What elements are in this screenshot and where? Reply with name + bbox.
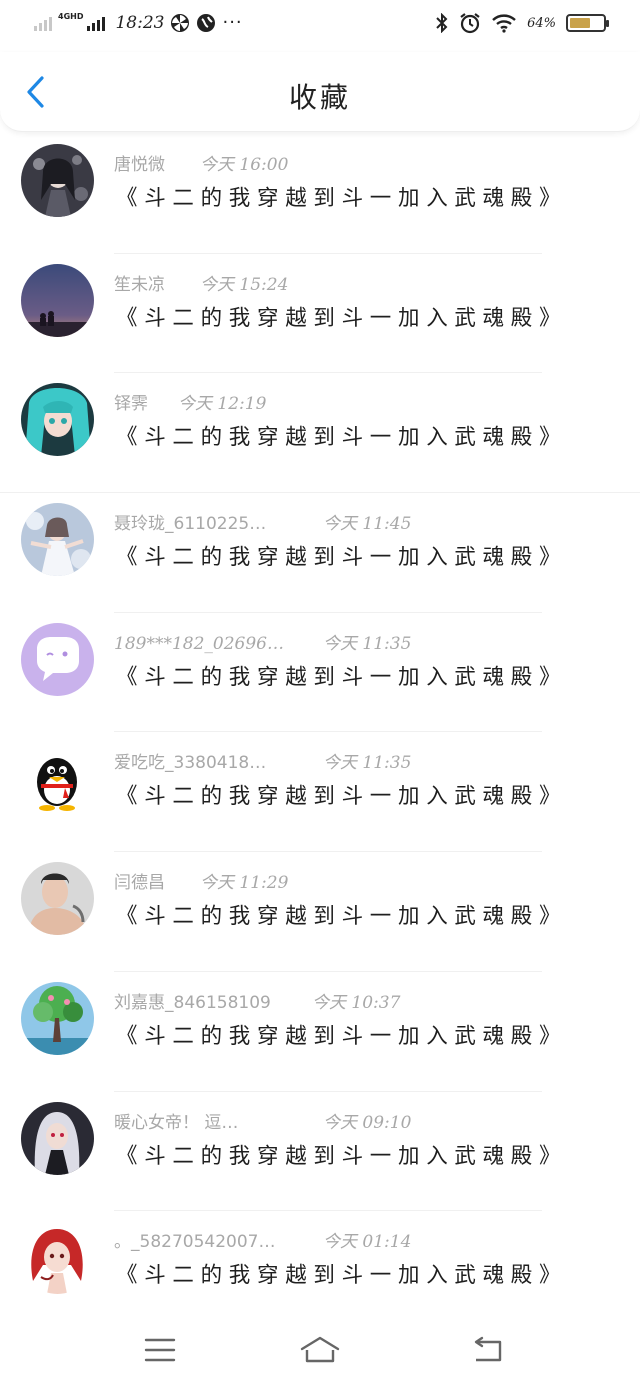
- story-title: 《斗二的我穿越到斗一加入武魂殿》: [116, 1023, 568, 1049]
- avatar: [21, 1101, 94, 1175]
- author-name: 笙未凉: [114, 274, 165, 295]
- author-name: 刘嘉惠_846158109: [114, 992, 271, 1013]
- pinwheel-icon: [170, 13, 190, 33]
- list-item[interactable]: 189***182_02696… 今天 11:35 《斗二的我穿越到斗一加入武魂…: [0, 613, 640, 733]
- more-dots: ···: [222, 12, 243, 33]
- home-button[interactable]: [296, 1330, 344, 1370]
- header: 收藏: [0, 52, 640, 132]
- author-name: 暖心女帝！ 逗…: [114, 1112, 239, 1133]
- list-item[interactable]: 笙未凉 今天 15:24 《斗二的我穿越到斗一加入武魂殿》: [0, 254, 640, 374]
- signal-strong-icon: [87, 15, 106, 31]
- item-meta: 笙未凉 今天 15:24: [114, 270, 288, 295]
- avatar: [21, 742, 94, 816]
- item-meta: 刘嘉惠_846158109 今天 10:37: [114, 988, 400, 1013]
- timestamp: 今天 12:19: [178, 394, 267, 415]
- timestamp: 今天 11:35: [323, 753, 412, 774]
- back-icon: [474, 1336, 502, 1362]
- author-name: 189***182_02696…: [114, 633, 284, 654]
- avatar: [21, 263, 94, 337]
- item-meta: 聂玲珑_6110225… 今天 11:45: [114, 509, 411, 534]
- story-title: 《斗二的我穿越到斗一加入武魂殿》: [116, 1263, 568, 1289]
- author-name: 爱吃吃_3380418…: [114, 753, 267, 774]
- bottom-nav: [0, 1310, 640, 1387]
- list-item[interactable]: 铎霁 今天 12:19 《斗二的我穿越到斗一加入武魂殿》: [0, 373, 640, 494]
- item-meta: 闫德昌 今天 11:29: [114, 868, 288, 893]
- author-name: 闫德昌: [114, 873, 165, 894]
- story-title: 《斗二的我穿越到斗一加入武魂殿》: [116, 305, 568, 331]
- timestamp: 今天 10:37: [312, 992, 401, 1013]
- home-icon: [300, 1336, 340, 1363]
- author-name: 聂玲珑_6110225…: [114, 514, 267, 535]
- avatar: [21, 622, 94, 696]
- battery-fill: [570, 18, 590, 28]
- globe-icon: [196, 13, 216, 33]
- status-right: 64%: [435, 12, 609, 34]
- clock: 18:23: [115, 12, 165, 33]
- page-title: 收藏: [288, 81, 351, 114]
- avatar: [21, 981, 94, 1055]
- avatar: [21, 862, 94, 936]
- timestamp: 今天 11:29: [200, 873, 289, 894]
- story-title: 《斗二的我穿越到斗一加入武魂殿》: [116, 545, 568, 571]
- story-title: 《斗二的我穿越到斗一加入武魂殿》: [116, 664, 568, 690]
- story-title: 《斗二的我穿越到斗一加入武魂殿》: [116, 425, 568, 451]
- favorites-list: 唐悦微 今天 16:00 《斗二的我穿越到斗一加入武魂殿》 笙未凉 今天 15:…: [0, 134, 640, 1331]
- battery-percent: 64%: [527, 15, 556, 31]
- timestamp: 今天 15:24: [200, 274, 289, 295]
- item-meta: 唐悦微 今天 16:00: [114, 150, 288, 175]
- item-meta: 爱吃吃_3380418… 今天 11:35: [114, 748, 411, 773]
- timestamp: 今天 09:10: [323, 1112, 412, 1133]
- item-meta: 暖心女帝！ 逗… 今天 09:10: [114, 1108, 411, 1133]
- avatar: [21, 144, 94, 217]
- list-item[interactable]: 刘嘉惠_846158109 今天 10:37 《斗二的我穿越到斗一加入武魂殿》: [0, 972, 640, 1092]
- bluetooth-icon: [435, 13, 449, 33]
- timestamp: 今天 11:45: [323, 514, 412, 535]
- story-title: 《斗二的我穿越到斗一加入武魂殿》: [116, 1143, 568, 1169]
- timestamp: 今天 11:35: [323, 633, 412, 654]
- battery-icon: [566, 14, 609, 32]
- item-meta: 铎霁 今天 12:19: [114, 389, 266, 414]
- status-bar: 4GHD 18:23 ··· 64%: [0, 0, 640, 52]
- network-label: 4GHD: [58, 12, 84, 21]
- author-name: 铎霁: [114, 394, 148, 415]
- item-meta: 189***182_02696… 今天 11:35: [114, 629, 411, 654]
- list-item[interactable]: 唐悦微 今天 16:00 《斗二的我穿越到斗一加入武魂殿》: [0, 134, 640, 254]
- menu-button[interactable]: [136, 1330, 184, 1370]
- wifi-icon: [491, 13, 517, 33]
- item-meta: 。_58270542007… 今天 01:14: [114, 1227, 411, 1252]
- menu-icon: [144, 1338, 176, 1362]
- story-title: 《斗二的我穿越到斗一加入武魂殿》: [116, 784, 568, 810]
- avatar: [21, 383, 94, 457]
- alarm-icon: [459, 12, 481, 34]
- list-item[interactable]: 爱吃吃_3380418… 今天 11:35 《斗二的我穿越到斗一加入武魂殿》: [0, 732, 640, 853]
- status-left: 4GHD 18:23 ···: [34, 12, 243, 33]
- author-name: 。_58270542007…: [114, 1232, 276, 1253]
- avatar: [21, 503, 94, 577]
- back-nav-button[interactable]: [464, 1330, 512, 1370]
- story-title: 《斗二的我穿越到斗一加入武魂殿》: [116, 904, 568, 930]
- author-name: 唐悦微: [114, 155, 165, 175]
- list-item[interactable]: 闫德昌 今天 11:29 《斗二的我穿越到斗一加入武魂殿》: [0, 852, 640, 972]
- story-title: 《斗二的我穿越到斗一加入武魂殿》: [116, 186, 568, 211]
- list-item[interactable]: 聂玲珑_6110225… 今天 11:45 《斗二的我穿越到斗一加入武魂殿》: [0, 493, 640, 613]
- timestamp: 今天 01:14: [323, 1232, 412, 1253]
- timestamp: 今天 16:00: [200, 155, 289, 175]
- list-item[interactable]: 暖心女帝！ 逗… 今天 09:10 《斗二的我穿越到斗一加入武魂殿》: [0, 1092, 640, 1212]
- avatar: [21, 1221, 94, 1295]
- signal-weak-icon: [34, 15, 52, 31]
